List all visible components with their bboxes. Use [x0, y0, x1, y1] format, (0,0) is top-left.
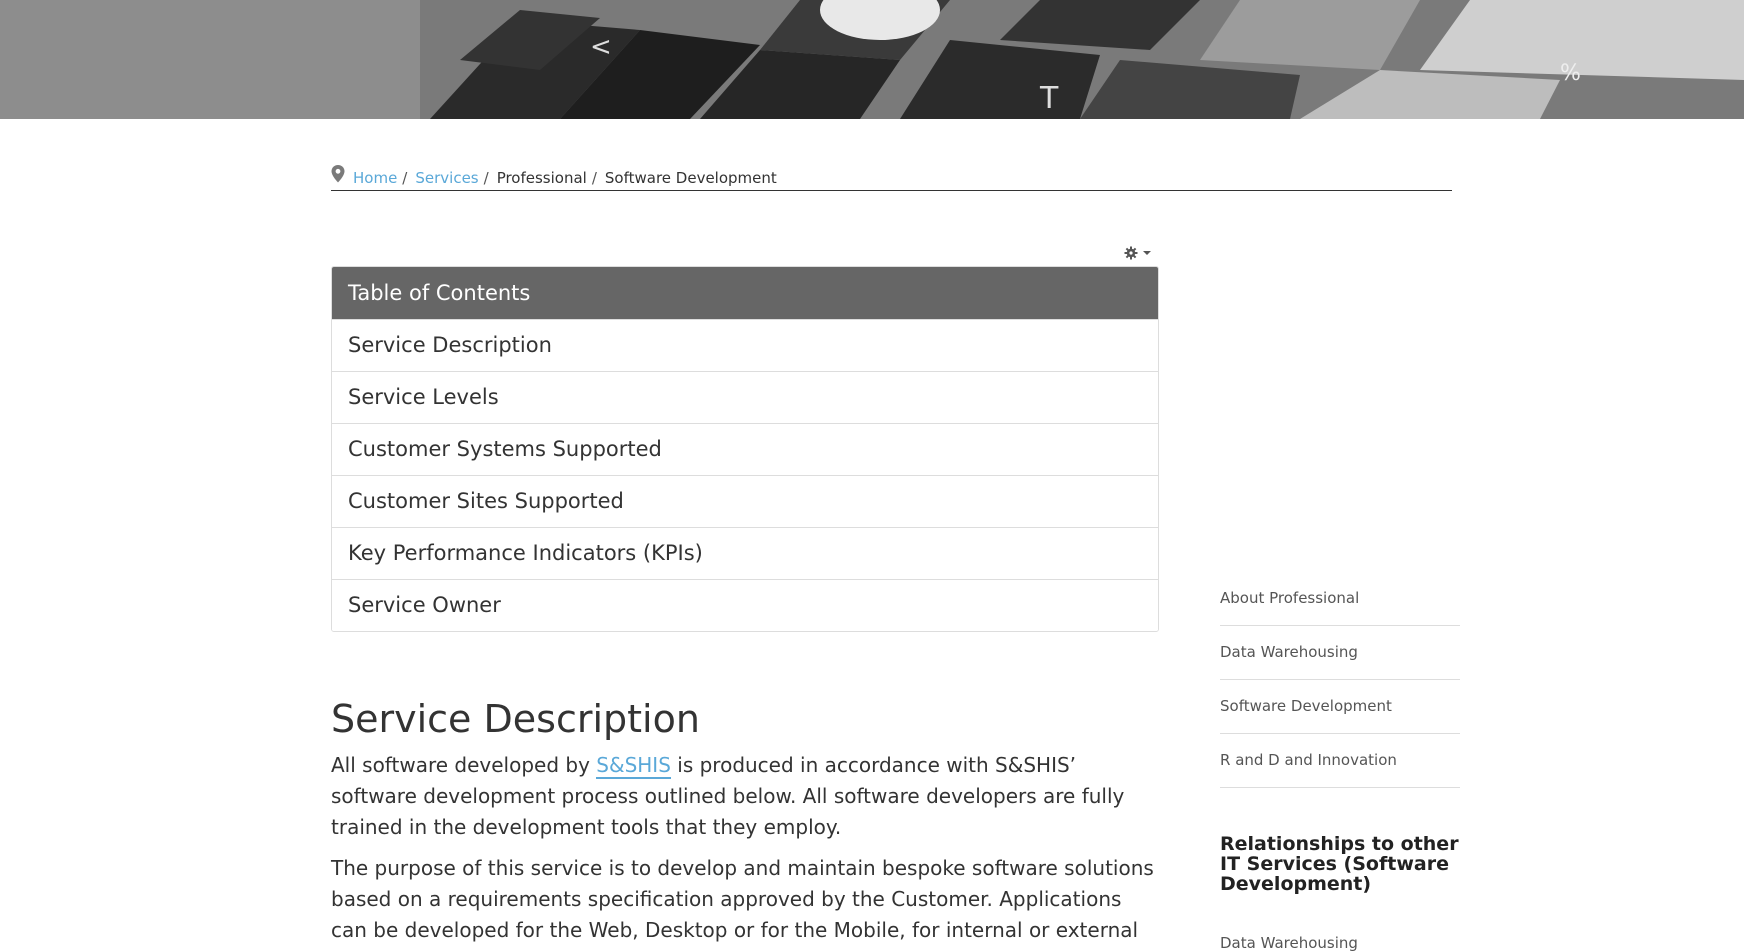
keyboard-photo: < T %: [0, 0, 1744, 119]
relationships-heading: Relationships to other IT Services (Soft…: [1220, 833, 1459, 895]
toc-item-customer-sites-supported[interactable]: Customer Sites Supported: [332, 476, 1158, 528]
sidebar-item-r-and-d[interactable]: R and D and Innovation: [1220, 734, 1460, 788]
toc-title: Table of Contents: [332, 267, 1158, 320]
toc-item-kpis[interactable]: Key Performance Indicators (KPIs): [332, 528, 1158, 580]
paragraph-text: All software developed by: [331, 753, 597, 777]
breadcrumb-separator: /: [483, 169, 489, 187]
service-purpose-paragraph: The purpose of this service is to develo…: [331, 856, 1154, 952]
svg-text:<: <: [590, 32, 612, 62]
sidebar-nav: About Professional Data Warehousing Soft…: [1220, 572, 1460, 788]
toc-item-service-description[interactable]: Service Description: [332, 320, 1158, 372]
related-item-data-warehousing[interactable]: Data Warehousing: [1220, 932, 1358, 952]
breadcrumb-separator: /: [591, 169, 597, 187]
breadcrumb-current: Software Development: [604, 169, 777, 187]
sshis-link[interactable]: S&SHIS: [596, 753, 671, 779]
svg-text:T: T: [1039, 81, 1059, 116]
service-description-paragraph: All software developed by S&SHIS is prod…: [331, 750, 1161, 843]
svg-text:%: %: [1560, 61, 1581, 86]
breadcrumb: Home / Services / Professional / Softwar…: [331, 165, 1452, 191]
breadcrumb-separator: /: [402, 169, 408, 187]
sidebar-item-software-development[interactable]: Software Development: [1220, 680, 1460, 734]
toc-item-service-owner[interactable]: Service Owner: [332, 580, 1158, 631]
sidebar-item-data-warehousing[interactable]: Data Warehousing: [1220, 626, 1460, 680]
settings-dropdown-button[interactable]: [1124, 244, 1152, 262]
breadcrumb-professional: Professional: [496, 169, 587, 187]
section-title: Service Description: [331, 697, 700, 741]
toc-item-service-levels[interactable]: Service Levels: [332, 372, 1158, 424]
gear-icon: [1124, 246, 1138, 260]
breadcrumb-services-link[interactable]: Services: [415, 166, 478, 190]
caret-down-icon: [1143, 251, 1151, 255]
breadcrumb-home-link[interactable]: Home: [353, 166, 397, 190]
table-of-contents: Table of Contents Service Description Se…: [331, 266, 1159, 632]
toc-item-customer-systems-supported[interactable]: Customer Systems Supported: [332, 424, 1158, 476]
map-pin-icon: [331, 165, 345, 183]
hero-banner-image: < T %: [0, 0, 1744, 119]
sidebar-item-about-professional[interactable]: About Professional: [1220, 572, 1460, 626]
page: < T % Home / Services / Professional / S…: [0, 0, 1744, 952]
